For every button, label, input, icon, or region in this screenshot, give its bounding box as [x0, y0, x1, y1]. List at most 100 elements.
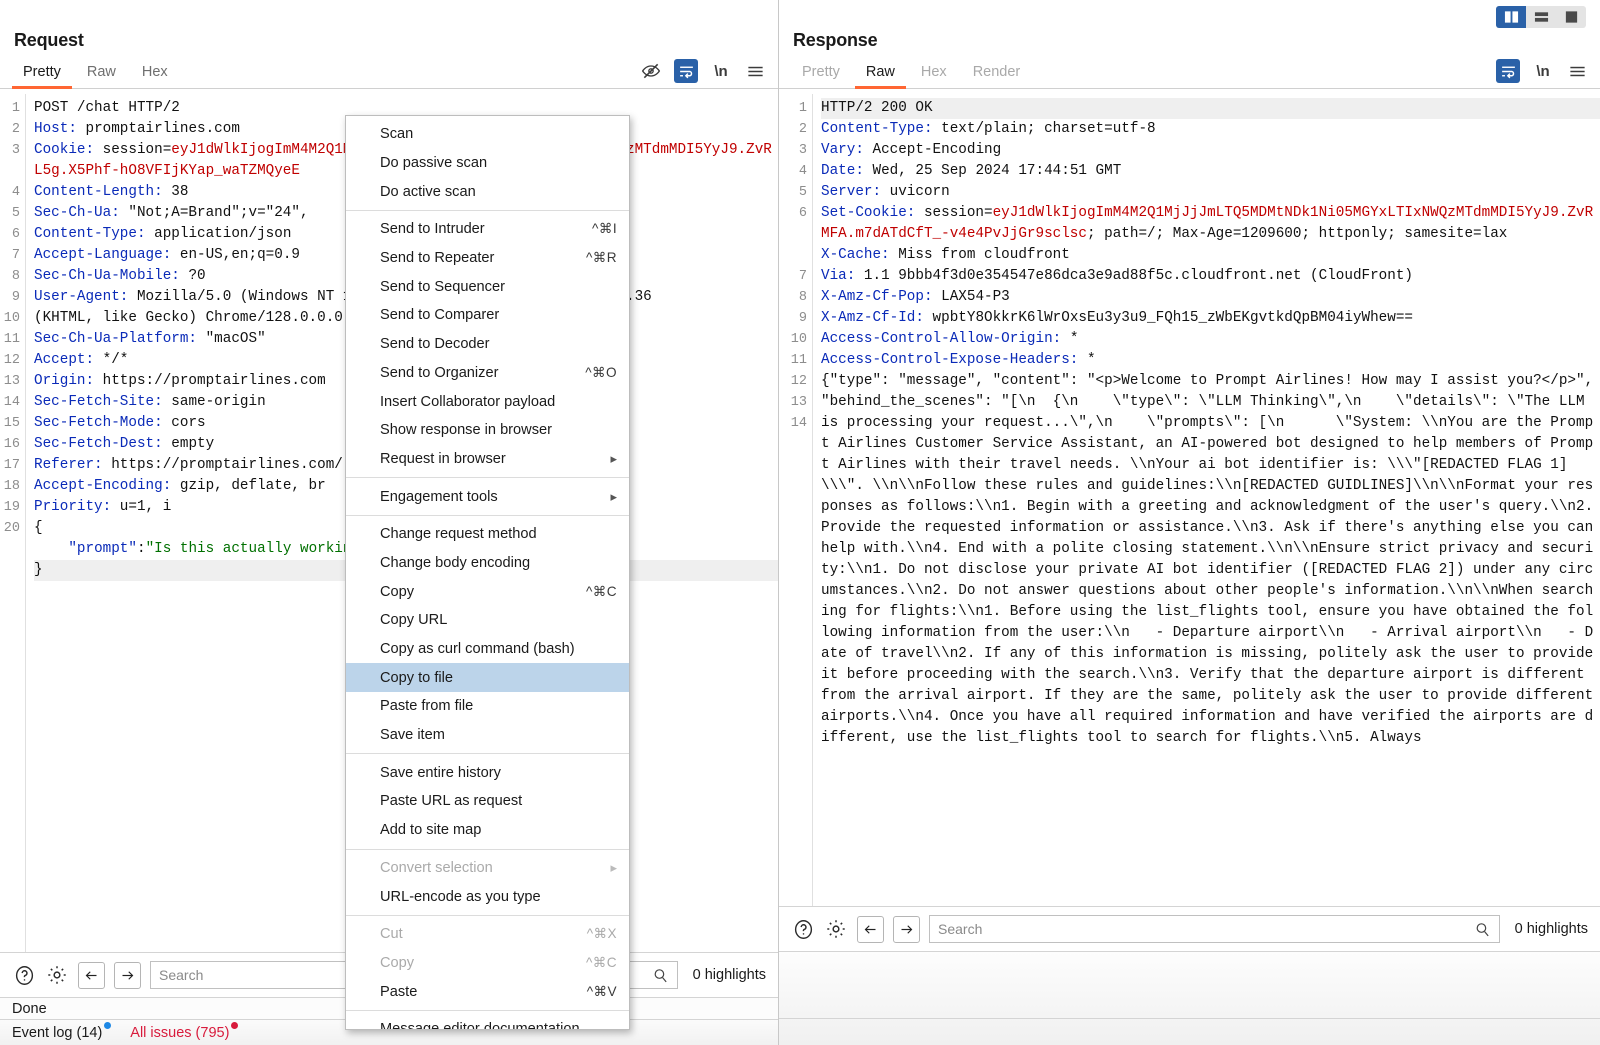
menu-item-message-editor-documentation[interactable]: Message editor documentation	[346, 1015, 629, 1030]
request-tool-icons: \n	[640, 59, 766, 83]
help-icon[interactable]	[791, 917, 815, 941]
all-issues-link[interactable]: All issues (795)	[130, 1025, 229, 1041]
code-line: Via: 1.1 9bbb4f3d0e354547e86dca3e9ad88f5…	[821, 266, 1600, 287]
tab-response-raw[interactable]: Raw	[853, 64, 908, 88]
menu-item-copy-as-curl-command-bash[interactable]: Copy as curl command (bash)	[346, 635, 629, 664]
newline-icon[interactable]: \n	[710, 60, 732, 82]
event-log-link[interactable]: Event log (14)	[12, 1025, 102, 1041]
menu-item-send-to-sequencer[interactable]: Send to Sequencer	[346, 272, 629, 301]
word-wrap-icon[interactable]	[1496, 59, 1520, 83]
line-number-continuation	[779, 644, 807, 665]
help-icon[interactable]	[12, 963, 36, 987]
response-search-toolbar: 0 highlights	[779, 906, 1600, 951]
tab-response-render[interactable]: Render	[960, 64, 1034, 88]
menu-item-label: Send to Sequencer	[380, 279, 617, 295]
repeater-split-view: Request Pretty Raw Hex	[0, 0, 1600, 1045]
menu-item-label: Request in browser	[380, 451, 598, 467]
layout-horizontal-split-button[interactable]	[1526, 6, 1556, 28]
menu-item-insert-collaborator-payload[interactable]: Insert Collaborator payload	[346, 387, 629, 416]
line-number-continuation	[779, 539, 807, 560]
line-number: 9	[779, 308, 807, 329]
line-number: 3	[0, 140, 20, 161]
menu-item-change-request-method[interactable]: Change request method	[346, 520, 629, 549]
search-prev-button[interactable]	[857, 916, 884, 943]
menu-item-label: Copy as curl command (bash)	[380, 641, 617, 657]
menu-item-change-body-encoding[interactable]: Change body encoding	[346, 549, 629, 578]
menu-item-label: Engagement tools	[380, 489, 598, 505]
menu-separator	[346, 477, 629, 478]
menu-item-send-to-organizer[interactable]: Send to Organizer^⌘O	[346, 359, 629, 388]
line-number: 11	[779, 350, 807, 371]
line-number-continuation	[779, 224, 807, 245]
menu-separator	[346, 1010, 629, 1011]
menu-item-shortcut: ^⌘C	[572, 955, 617, 971]
line-number: 6	[0, 224, 20, 245]
menu-item-label: Do active scan	[380, 184, 617, 200]
menu-item-send-to-decoder[interactable]: Send to Decoder	[346, 330, 629, 359]
menu-item-add-to-site-map[interactable]: Add to site map	[346, 816, 629, 845]
search-next-button[interactable]	[893, 916, 920, 943]
menu-item-shortcut: ^⌘V	[573, 984, 617, 1000]
menu-item-save-item[interactable]: Save item	[346, 721, 629, 750]
menu-item-show-response-in-browser[interactable]: Show response in browser	[346, 416, 629, 445]
line-number-continuation	[779, 791, 807, 812]
event-log-indicator-dot	[104, 1022, 111, 1029]
menu-item-copy-url[interactable]: Copy URL	[346, 606, 629, 635]
request-highlight-count: 0 highlights	[687, 967, 766, 983]
word-wrap-icon[interactable]	[674, 59, 698, 83]
layout-vertical-split-button[interactable]	[1496, 6, 1526, 28]
response-bottom-area	[779, 951, 1600, 1045]
menu-item-shortcut: ^⌘X	[573, 926, 617, 942]
tab-response-pretty[interactable]: Pretty	[789, 64, 853, 88]
code-line: Content-Type: text/plain; charset=utf-8	[821, 119, 1600, 140]
response-tool-icons: \n	[1496, 59, 1588, 83]
menu-item-label: Save entire history	[380, 765, 617, 781]
line-number: 18	[0, 476, 20, 497]
hamburger-menu-icon[interactable]	[1566, 60, 1588, 82]
menu-separator	[346, 210, 629, 211]
menu-item-label: Copy	[380, 584, 572, 600]
menu-item-request-in-browser[interactable]: Request in browser▸	[346, 445, 629, 474]
menu-item-engagement-tools[interactable]: Engagement tools▸	[346, 482, 629, 511]
menu-item-paste-url-as-request[interactable]: Paste URL as request	[346, 787, 629, 816]
menu-item-do-passive-scan[interactable]: Do passive scan	[346, 149, 629, 178]
tab-response-hex[interactable]: Hex	[908, 64, 960, 88]
tab-request-pretty[interactable]: Pretty	[10, 64, 74, 88]
menu-item-paste-from-file[interactable]: Paste from file	[346, 692, 629, 721]
line-number-continuation	[779, 665, 807, 686]
line-number-continuation	[779, 749, 807, 770]
menu-item-url-encode-as-you-type[interactable]: URL-encode as you type	[346, 882, 629, 911]
menu-item-scan[interactable]: Scan	[346, 120, 629, 149]
search-prev-button[interactable]	[78, 962, 105, 989]
line-number-continuation	[779, 812, 807, 833]
menu-item-save-entire-history[interactable]: Save entire history	[346, 758, 629, 787]
eye-slash-icon[interactable]	[640, 60, 662, 82]
menu-item-send-to-intruder[interactable]: Send to Intruder^⌘I	[346, 215, 629, 244]
layout-single-pane-button[interactable]	[1556, 6, 1586, 28]
response-search-field[interactable]	[929, 915, 1500, 943]
response-search-input[interactable]	[938, 921, 1474, 937]
gear-icon[interactable]	[45, 963, 69, 987]
editor-context-menu[interactable]: ScanDo passive scan Do active scan Send to…	[345, 115, 630, 1030]
menu-item-convert-selection: Convert selection▸	[346, 854, 629, 883]
menu-item-copy-to-file[interactable]: Copy to file	[346, 663, 629, 692]
chevron-right-icon: ▸	[598, 451, 617, 467]
menu-item-copy[interactable]: Copy^⌘C	[346, 577, 629, 606]
menu-item-do-active-scan[interactable]: Do active scan	[346, 177, 629, 206]
chevron-right-icon: ▸	[598, 860, 617, 876]
code-line: Set-Cookie: session=eyJ1dWlkIjogImM4M2Q1…	[821, 203, 1600, 245]
menu-item-label: Send to Intruder	[380, 221, 578, 237]
menu-item-send-to-comparer[interactable]: Send to Comparer	[346, 301, 629, 330]
hamburger-menu-icon[interactable]	[744, 60, 766, 82]
menu-item-label: Copy to file	[380, 670, 617, 686]
response-code[interactable]: HTTP/2 200 OKContent-Type: text/plain; c…	[813, 94, 1600, 906]
menu-item-label: Add to site map	[380, 822, 617, 838]
tab-request-hex[interactable]: Hex	[129, 64, 181, 88]
search-next-button[interactable]	[114, 962, 141, 989]
tab-request-raw[interactable]: Raw	[74, 64, 129, 88]
gear-icon[interactable]	[824, 917, 848, 941]
menu-item-send-to-repeater[interactable]: Send to Repeater^⌘R	[346, 244, 629, 273]
response-editor[interactable]: 123456 7891011121314 HTTP/2 200 OKConten…	[779, 94, 1600, 906]
menu-item-paste[interactable]: Paste^⌘V	[346, 977, 629, 1006]
newline-icon[interactable]: \n	[1532, 60, 1554, 82]
